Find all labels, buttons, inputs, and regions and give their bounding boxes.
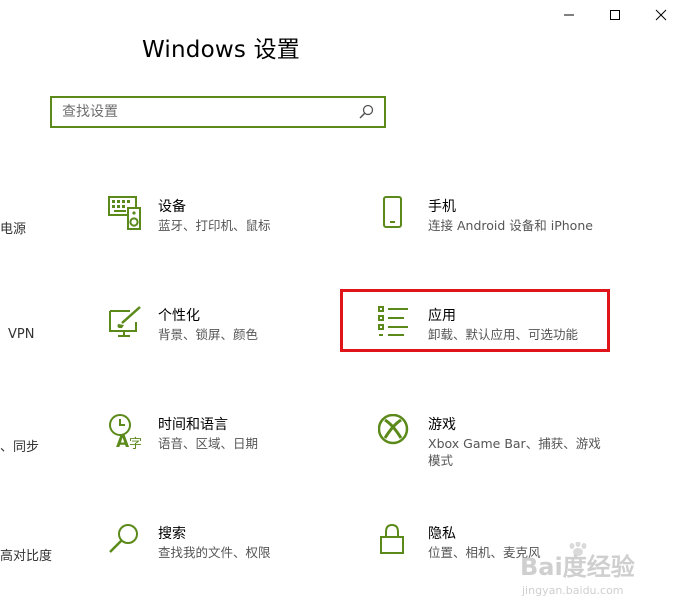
search-icon: [109, 524, 138, 553]
tile-gaming-desc: Xbox Game Bar、捕获、游戏模式: [428, 436, 601, 468]
xbox-icon: [378, 414, 409, 445]
maximize-icon: [610, 10, 620, 20]
tile-search[interactable]: 搜索 查找我的文件、权限: [108, 523, 358, 595]
phone-icon: [383, 196, 402, 228]
watermark: Bai度经验 jingyan.baidu.com: [520, 541, 680, 602]
keyboard-speaker-icon: [108, 196, 141, 230]
tile-personalization[interactable]: 个性化 背景、锁屏、颜色: [108, 305, 358, 377]
svg-text:字: 字: [129, 437, 142, 450]
tile-time-language-title: 时间和语言: [158, 417, 228, 433]
tile-time-language-desc: 语音、区域、日期: [158, 436, 259, 451]
tile-personalization-title: 个性化: [158, 308, 200, 324]
minimize-icon: [564, 14, 574, 16]
tile-phone-desc: 连接 Android 设备和 iPhone: [428, 218, 593, 233]
tile-devices[interactable]: 设备 蓝牙、打印机、鼠标: [108, 196, 358, 268]
search-input[interactable]: [52, 98, 356, 126]
tile-time-language[interactable]: A 字 时间和语言 语音、区域、日期: [108, 414, 358, 486]
search-box[interactable]: [50, 96, 386, 128]
close-button[interactable]: [638, 0, 684, 30]
tile-devices-desc: 蓝牙、打印机、鼠标: [158, 218, 271, 233]
lock-icon: [380, 523, 404, 554]
svg-text:A: A: [116, 432, 130, 450]
tile-gaming[interactable]: 游戏 Xbox Game Bar、捕获、游戏模式: [378, 414, 628, 486]
maximize-button[interactable]: [592, 0, 638, 30]
highlight-box: [340, 289, 610, 352]
page-title: Windows 设置: [142, 37, 300, 63]
edge-label-power[interactable]: 电源: [0, 218, 26, 237]
edge-label-vpn[interactable]: VPN: [8, 327, 34, 342]
time-language-icon: A 字: [109, 414, 142, 450]
tile-phone-title: 手机: [428, 199, 456, 215]
edge-label-contrast[interactable]: 高对比度: [0, 545, 52, 564]
search-icon[interactable]: [356, 102, 376, 122]
paintbrush-icon: [109, 306, 141, 337]
watermark-text: Bai度经验: [520, 553, 635, 581]
tile-search-desc: 查找我的文件、权限: [158, 545, 271, 560]
tile-gaming-title: 游戏: [428, 417, 456, 433]
minimize-button[interactable]: [546, 0, 592, 30]
tile-privacy-title: 隐私: [428, 526, 456, 542]
window-controls: [546, 0, 684, 30]
edge-label-sync[interactable]: 、同步: [0, 436, 39, 455]
tile-phone[interactable]: 手机 连接 Android 设备和 iPhone: [378, 196, 628, 268]
baidu-paw-icon: Bai度经验 jingyan.baidu.com: [520, 541, 635, 597]
close-icon: [655, 9, 667, 21]
watermark-subtext: jingyan.baidu.com: [521, 584, 624, 597]
tile-personalization-desc: 背景、锁屏、颜色: [158, 327, 259, 342]
tile-devices-title: 设备: [158, 199, 186, 215]
tile-search-title: 搜索: [158, 526, 186, 542]
